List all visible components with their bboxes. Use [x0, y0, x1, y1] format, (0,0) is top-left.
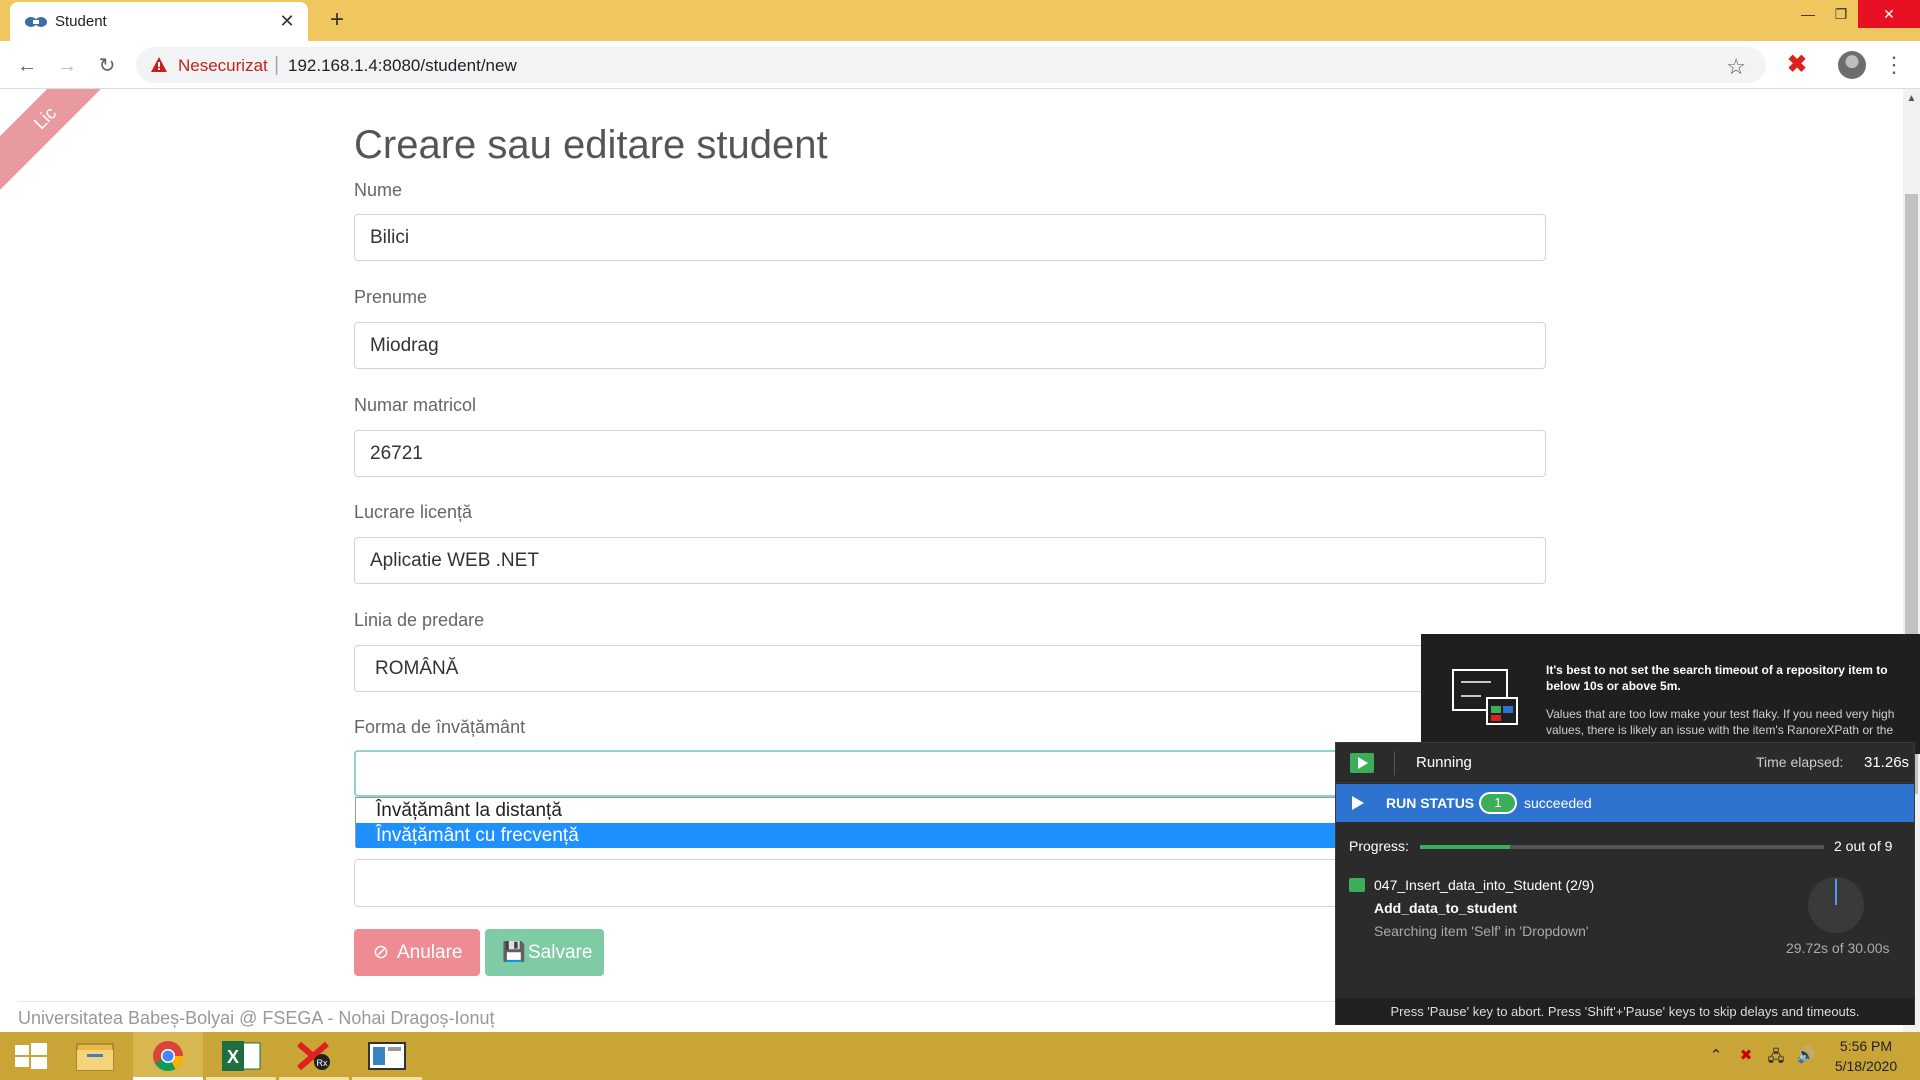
- elapsed-label: Time elapsed:: [1756, 754, 1844, 770]
- url-text[interactable]: 192.168.1.4:8080/student/new: [288, 56, 517, 76]
- ranorex-icon: Rx: [297, 1041, 330, 1071]
- ranorex-tip-popup: It's best to not set the search timeout …: [1421, 634, 1920, 754]
- excel-taskbar-icon[interactable]: X: [206, 1032, 276, 1080]
- run-header-divider: [1394, 751, 1395, 775]
- progress-label: Progress:: [1349, 838, 1409, 854]
- forma-label: Forma de învățământ: [354, 717, 526, 737]
- save-button[interactable]: 💾 Salvare: [485, 929, 604, 976]
- ranorex-studio-taskbar-icon[interactable]: Rx: [279, 1032, 349, 1080]
- new-tab-button[interactable]: +: [322, 6, 352, 36]
- window-close-button[interactable]: ✕: [1858, 0, 1920, 28]
- timeout-timer-text: 29.72s of 30.00s: [1786, 940, 1890, 956]
- ban-icon: ⊘: [373, 942, 389, 963]
- page-title: Creare sau editare student: [354, 123, 828, 167]
- browser-tab[interactable]: Student ✕: [10, 2, 308, 41]
- not-secure-label[interactable]: Nesecurizat: [178, 56, 268, 76]
- url-separator: |: [274, 54, 280, 76]
- browser-toolbar: ← → ↻ Nesecurizat | 192.168.1.4:8080/stu…: [0, 41, 1920, 89]
- succeeded-count-badge: 1: [1479, 792, 1517, 814]
- back-arrow-icon[interactable]: ←: [12, 51, 42, 81]
- bookmark-star-icon[interactable]: ☆: [1726, 54, 1746, 80]
- floppy-disk-icon: 💾: [502, 942, 526, 963]
- browser-menu-icon[interactable]: ⋮: [1880, 51, 1908, 79]
- folder-icon: [76, 1043, 114, 1071]
- forma-dropdown-list: Învățământ la distanță Învățământ cu fre…: [355, 797, 1445, 848]
- browser-tab-strip: Student ✕ + — ❐ ✕: [0, 0, 1920, 41]
- tip-body: Values that are too low make your test f…: [1546, 707, 1895, 737]
- progress-bar-fill: [1420, 845, 1510, 849]
- test-case-name: 047_Insert_data_into_Student (2/9): [1374, 877, 1595, 893]
- run-status-label: RUN STATUS: [1386, 795, 1475, 811]
- cancel-button[interactable]: ⊘ Anulare: [354, 929, 480, 976]
- nume-input[interactable]: Bilici: [354, 214, 1546, 261]
- dropdown-option-highlighted[interactable]: Învățământ cu frecvență: [356, 823, 1444, 848]
- lucrare-label: Lucrare licență: [354, 502, 473, 522]
- tray-ranorex-icon[interactable]: ✖: [1736, 1046, 1756, 1066]
- progress-bar: [1420, 845, 1824, 849]
- warning-icon: [151, 57, 167, 72]
- svg-text:X: X: [227, 1047, 239, 1067]
- svg-text:Rx: Rx: [317, 1058, 328, 1068]
- repository-diagram-icon: [1452, 669, 1518, 725]
- clock-time[interactable]: 5:56 PM: [1830, 1038, 1902, 1054]
- tip-title: It's best to not set the search timeout …: [1546, 663, 1888, 693]
- run-footer-hint: Press 'Pause' key to abort. Press 'Shift…: [1336, 998, 1914, 1025]
- clock-date[interactable]: 5/18/2020: [1830, 1058, 1902, 1074]
- hidden-field-input[interactable]: [354, 859, 1444, 907]
- succeeded-label: succeeded: [1524, 795, 1592, 811]
- profile-avatar-icon[interactable]: [1838, 51, 1866, 79]
- excel-icon: X: [222, 1041, 261, 1071]
- save-button-label: Salvare: [528, 942, 593, 963]
- file-explorer-taskbar-icon[interactable]: [60, 1032, 130, 1080]
- windows-start-button[interactable]: [0, 1032, 60, 1080]
- reload-icon[interactable]: ↻: [92, 51, 122, 81]
- test-module-name: Add_data_to_student: [1374, 900, 1518, 916]
- chrome-icon: [153, 1041, 183, 1072]
- prenume-input[interactable]: Miodrag: [354, 322, 1546, 369]
- run-status-bar[interactable]: RUN STATUS 1 succeeded: [1336, 784, 1914, 822]
- ranorex-spy-taskbar-icon[interactable]: [352, 1032, 422, 1080]
- elapsed-value: 31.26s: [1864, 754, 1910, 771]
- linia-select[interactable]: ROMÂNĂ: [354, 645, 1546, 692]
- prenume-label: Prenume: [354, 287, 428, 307]
- dropdown-option[interactable]: Învățământ la distanță: [356, 798, 1444, 823]
- footer-text: Universitatea Babeș-Bolyai @ FSEGA - Noh…: [18, 1008, 495, 1028]
- window-app-icon: [368, 1042, 406, 1070]
- tab-title: Student: [55, 13, 107, 30]
- tray-volume-icon[interactable]: 🔊: [1796, 1046, 1816, 1066]
- linia-label: Linia de predare: [354, 610, 485, 630]
- ranorex-extension-icon[interactable]: ✖: [1783, 51, 1811, 79]
- test-activity: Searching item 'Self' in 'Dropdown': [1374, 923, 1589, 939]
- timeout-timer-icon: [1808, 877, 1864, 933]
- scroll-up-arrow-icon[interactable]: ▲: [1903, 93, 1920, 107]
- tray-expand-icon[interactable]: ⌃: [1706, 1046, 1726, 1066]
- ranorex-run-panel: Running Time elapsed: 31.26s RUN STATUS …: [1335, 742, 1915, 1025]
- run-state-label: Running: [1416, 754, 1472, 771]
- test-case-icon: [1349, 878, 1365, 892]
- run-play-icon: [1350, 753, 1374, 773]
- tray-network-icon[interactable]: 🖧: [1766, 1046, 1786, 1066]
- app-favicon-icon: [25, 17, 47, 27]
- windows-logo-icon: [15, 1043, 47, 1069]
- corner-ribbon: Lic: [0, 89, 126, 199]
- address-bar[interactable]: Nesecurizat | 192.168.1.4:8080/student/n…: [136, 47, 1766, 83]
- expand-play-icon[interactable]: [1352, 796, 1364, 810]
- forward-arrow-icon[interactable]: →: [52, 51, 82, 81]
- forma-select[interactable]: [354, 750, 1444, 797]
- nume-label: Nume: [354, 180, 403, 200]
- timer-hand: [1835, 879, 1837, 905]
- windows-taskbar: X Rx ⌃ ✖ 🖧 🔊 5:56 PM 5/18/2020: [0, 1032, 1920, 1080]
- matricol-input[interactable]: 26721: [354, 430, 1546, 477]
- progress-count: 2 out of 9: [1834, 838, 1893, 854]
- run-header: Running Time elapsed: 31.26s: [1336, 743, 1914, 783]
- chrome-taskbar-icon[interactable]: [133, 1032, 203, 1080]
- cancel-button-label: Anulare: [397, 942, 463, 963]
- lucrare-input[interactable]: Aplicatie WEB .NET: [354, 537, 1546, 584]
- matricol-label: Numar matricol: [354, 395, 477, 415]
- tab-close-icon[interactable]: ✕: [276, 10, 298, 32]
